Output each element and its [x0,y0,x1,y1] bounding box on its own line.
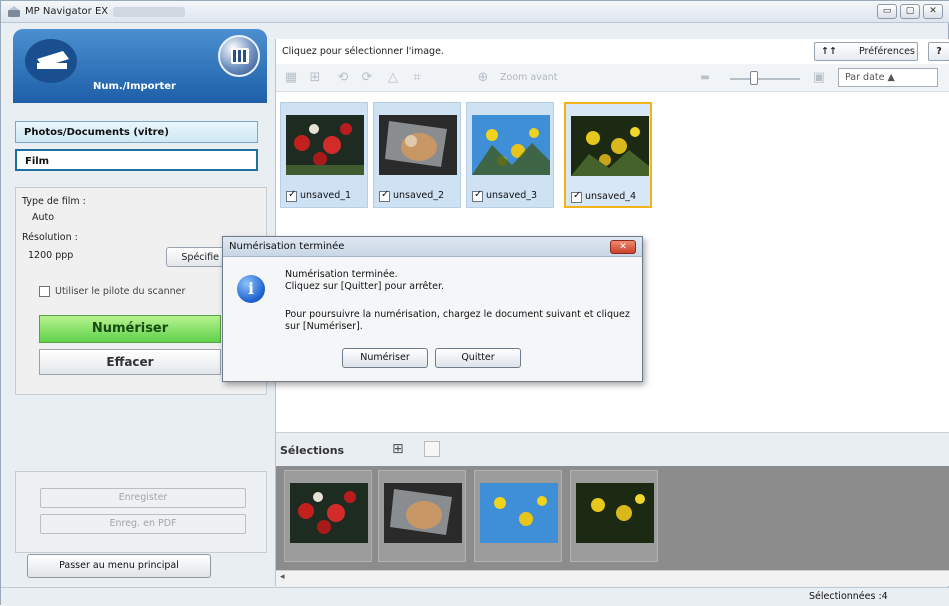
resolution-value: 1200 ppp [28,250,74,261]
window-title: MP Navigator EX [25,6,109,17]
selection-thumbnail[interactable] [474,470,562,562]
scan-button[interactable]: Numériser [39,315,221,343]
selections-grid-icon[interactable]: ⊞ [392,441,404,457]
app-window: MP Navigator EX ▭ ▢ ✕ Num./Importer Phot… [0,0,949,606]
crop-icon[interactable]: ⌗ [410,71,424,85]
thumbnail-checkbox[interactable] [472,189,483,202]
view-large-icon[interactable]: ▦ [284,71,298,85]
thumbnail-caption: unsaved_4 [571,190,651,204]
thumbnail-image [286,115,364,175]
minimize-button[interactable]: ▭ [877,4,897,19]
selected-count: Sélectionnées :4 [809,591,888,602]
thumbnail-label: unsaved_1 [300,190,352,201]
instruction-text: Cliquez pour sélectionner l'image. [282,46,444,57]
output-panel: Enregister Enreg. en PDF [15,471,267,553]
thumbnail-checkbox[interactable] [571,190,582,203]
thumbnail-item-selected[interactable]: unsaved_4 [564,102,652,208]
source-film[interactable]: Film [15,149,258,171]
thumbnail-checkbox[interactable] [286,189,297,202]
slider-knob[interactable] [750,71,758,85]
scroll-left-icon[interactable]: ◂ [280,572,285,582]
selections-single-icon[interactable] [424,441,440,457]
image-toolbar: ▦ ⊞ ⟲ ⟳ △ ⌗ ⊕ Zoom avant ▬ ▣ Par date ▲ [276,64,949,92]
thumbnail-image [379,115,457,175]
close-window-button[interactable]: ✕ [923,4,943,19]
dialog-scan-button[interactable]: Numériser [342,348,428,368]
source-photos-documents[interactable]: Photos/Documents (vitre) [15,121,258,143]
thumbnail-label: unsaved_3 [486,190,538,201]
thumbnail-image [571,116,649,176]
zoom-label: Zoom avant [500,72,558,83]
selections-title: Sélections [280,444,345,457]
thumbnail-image [472,115,550,175]
preferences-icon: ↑↑ [821,46,837,57]
selection-image [384,483,462,543]
dialog-title-bar: Numérisation terminée ✕ [223,237,642,257]
sort-dropdown[interactable]: Par date ▲ [838,68,938,87]
selection-thumbnail[interactable] [284,470,372,562]
info-icon: i [237,275,265,303]
thumbnail-label: unsaved_4 [585,191,637,202]
thumbnail-caption: unsaved_3 [472,189,552,203]
title-subtitle-obscured [113,7,185,17]
rotate-right-icon[interactable]: ⟳ [360,71,374,85]
main-menu-button[interactable]: Passer au menu principal [27,554,211,578]
scan-complete-dialog: Numérisation terminée ✕ i Numérisation t… [222,236,643,382]
thumbnail-item[interactable]: unsaved_2 [373,102,461,208]
selections-header: Sélections ⊞ [276,432,949,466]
thumbnail-checkbox[interactable] [379,189,390,202]
horizontal-scrollbar[interactable]: ◂ [276,570,949,586]
save-button[interactable]: Enregister [40,488,246,508]
small-image-icon: ▬ [700,72,710,83]
large-image-icon: ▣ [812,70,826,85]
dialog-message-line1: Numérisation terminée. [285,269,398,280]
status-bar: Sélectionnées :4 [1,587,949,606]
help-button[interactable]: ? [928,42,949,61]
selections-strip [276,466,949,570]
thumbnail-caption: unsaved_1 [286,189,366,203]
zoom-icon[interactable]: ⊕ [476,71,490,85]
clear-button[interactable]: Effacer [39,349,221,375]
selection-image [576,483,654,543]
thumbnail-label: unsaved_2 [393,190,445,201]
dialog-message-line2: Cliquez sur [Quitter] pour arrêter. [285,281,444,292]
maximize-button[interactable]: ▢ [900,4,920,19]
dialog-message-line4: sur [Numériser]. [285,321,363,332]
driver-checkbox[interactable] [39,286,50,297]
selection-image [480,483,558,543]
specify-button[interactable]: Spécifie [166,247,226,267]
selection-thumbnail[interactable] [570,470,658,562]
dialog-message-line3: Pour poursuivre la numérisation, chargez… [285,309,630,320]
scanner-icon [25,39,77,83]
thumbnail-size-slider[interactable] [730,78,800,80]
selection-image [290,483,368,543]
title-bar: MP Navigator EX ▭ ▢ ✕ [1,1,949,23]
driver-checkbox-label: Utiliser le pilote du scanner [55,286,186,297]
save-pdf-button[interactable]: Enreg. en PDF [40,514,246,534]
film-type-label: Type de film : [22,196,86,207]
mode-header: Num./Importer [13,29,267,103]
app-icon [8,6,20,17]
preferences-button[interactable]: ↑↑ Préférences [814,42,918,61]
dialog-quit-button[interactable]: Quitter [435,348,521,368]
rotate-left-icon[interactable]: ⟲ [336,71,350,85]
film-type-value: Auto [32,212,55,223]
resolution-label: Résolution : [22,232,78,243]
thumbnail-caption: unsaved_2 [379,189,459,203]
thumbnail-item[interactable]: unsaved_3 [466,102,554,208]
selection-thumbnail[interactable] [378,470,466,562]
menu-grid-icon[interactable] [218,35,260,77]
dialog-close-button[interactable]: ✕ [610,240,636,254]
flip-icon[interactable]: △ [386,71,400,85]
preferences-label: Préférences [859,46,915,57]
dialog-title: Numérisation terminée [229,241,345,252]
thumbnail-item[interactable]: unsaved_1 [280,102,368,208]
mode-label: Num./Importer [93,81,176,92]
view-grid-icon[interactable]: ⊞ [308,71,322,85]
